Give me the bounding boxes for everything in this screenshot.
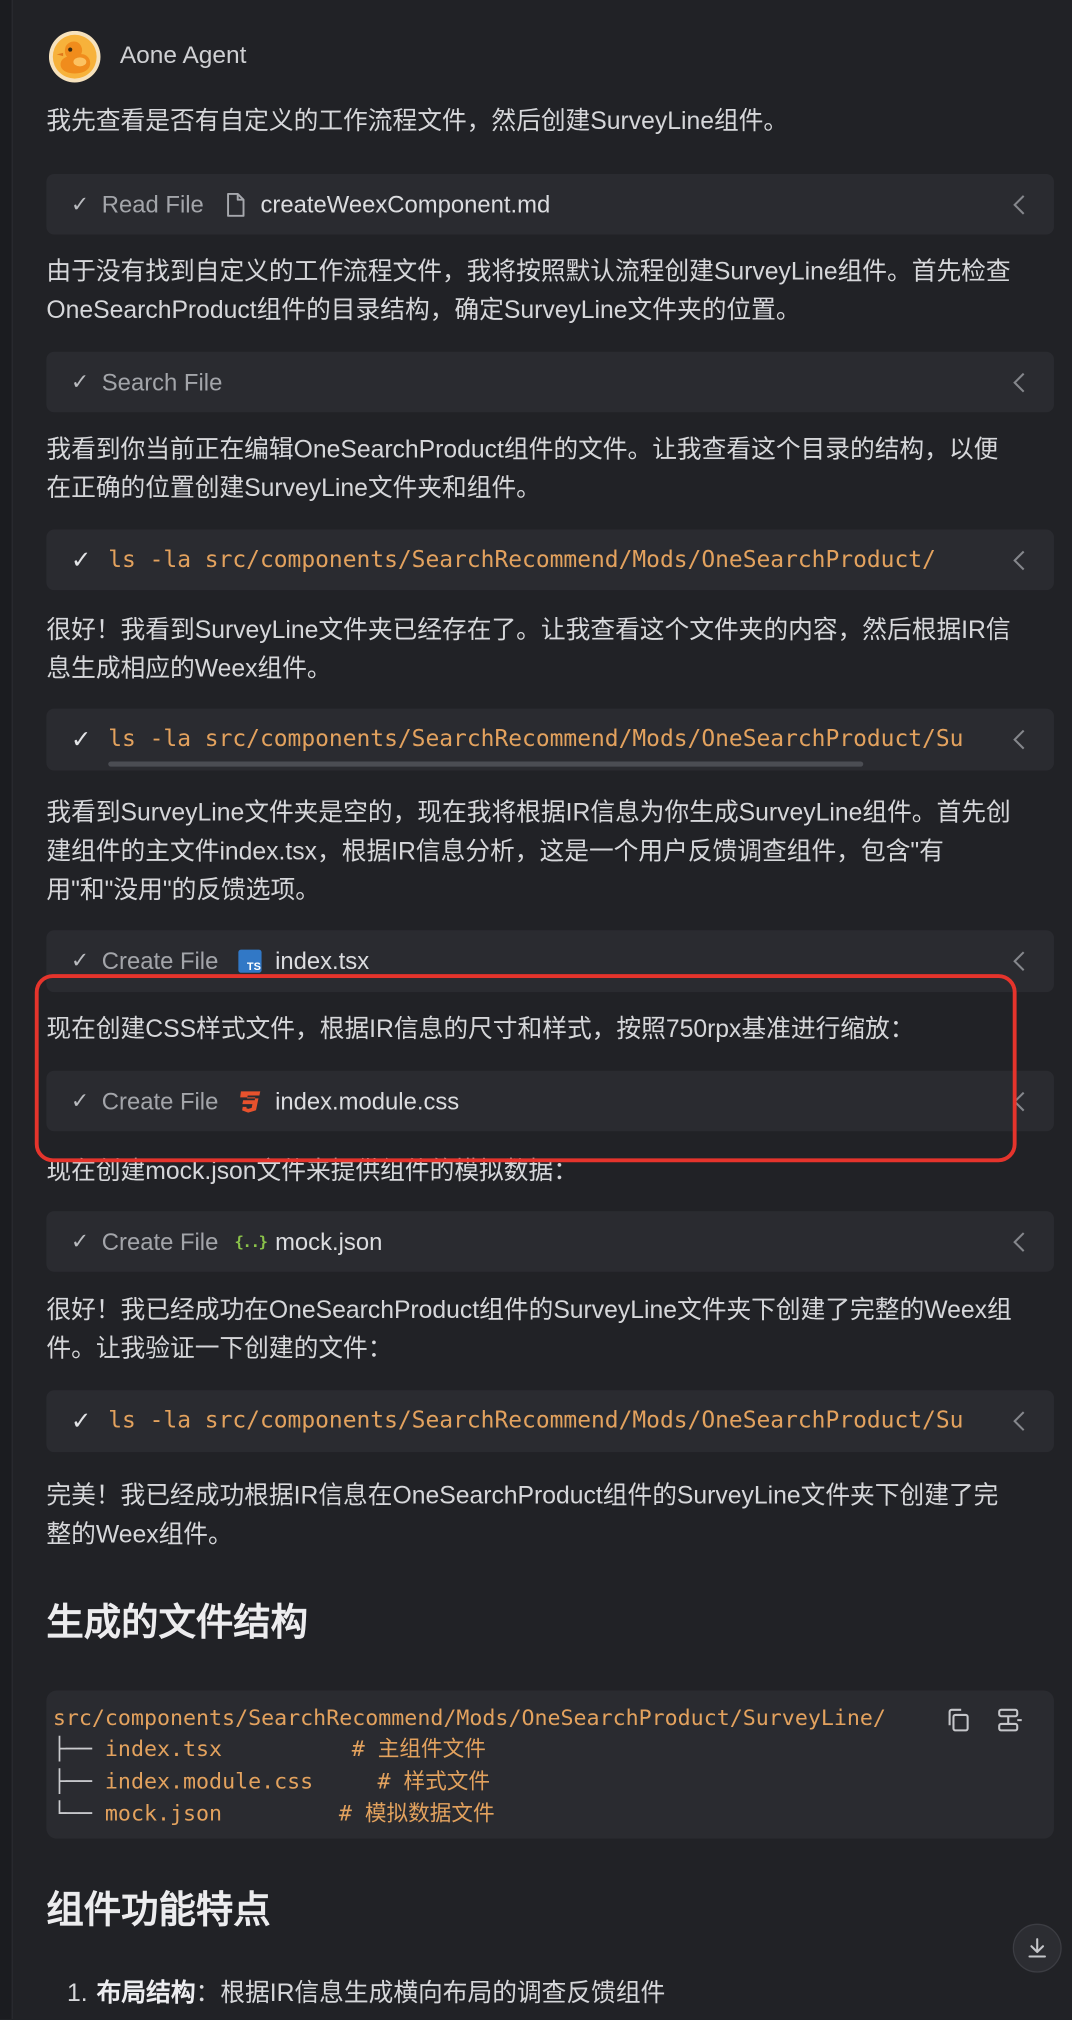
agent-name: Aone Agent: [119, 42, 247, 70]
message-line: 在正确的位置创建SurveyLine文件夹和组件。: [46, 475, 541, 503]
tree-comment: # 主组件文件: [351, 1735, 486, 1762]
assistant-message: 我看到你当前正在编辑OneSearchProduct组件的文件。让我查看这个目录…: [46, 432, 1054, 509]
message-line: 件。让我验证一下创建的文件：: [46, 1336, 393, 1364]
check-icon: ✓: [70, 948, 90, 975]
message-line: 完美！我已经成功根据IR信息在OneSearchProduct组件的Survey…: [46, 1483, 999, 1511]
copy-icon[interactable]: [944, 1707, 972, 1733]
code-block: src/components/SearchRecommend/Mods/OneS…: [46, 1690, 1054, 1839]
feature-description: ：根据IR信息生成横向布局的调查反馈组件: [195, 1980, 666, 2008]
chevron-left-icon[interactable]: [1013, 1231, 1026, 1252]
code-line-entry: └── mock.json # 模拟数据文件: [52, 1797, 495, 1828]
check-icon: ✓: [70, 369, 90, 395]
assistant-message: 由于没有找到自定义的工作流程文件，我将按照默认流程创建SurveyLine组件。…: [46, 254, 1054, 331]
message-line: 我看到SurveyLine文件夹是空的，现在我将根据IR信息为你生成Survey…: [46, 800, 1011, 828]
check-icon: ✓: [70, 725, 92, 754]
message-line: 很好！我看到SurveyLine文件夹已经存在了。让我查看这个文件夹的内容，然后…: [46, 617, 1011, 645]
insert-code-icon[interactable]: [996, 1707, 1024, 1733]
tree-filename: index.module.css: [104, 1767, 314, 1794]
assistant-message: 很好！我已经成功在OneSearchProduct组件的SurveyLine文件…: [46, 1292, 1054, 1369]
code-line-entry: ├── index.tsx # 主组件文件: [52, 1733, 486, 1764]
agent-avatar-icon: [48, 30, 101, 83]
tool-action-label: Create File: [101, 1227, 219, 1255]
assistant-message: 我看到SurveyLine文件夹是空的，现在我将根据IR信息为你生成Survey…: [46, 795, 1054, 911]
chevron-left-icon[interactable]: [1013, 729, 1026, 750]
code-line-root-path: src/components/SearchRecommend/Mods/OneS…: [52, 1704, 886, 1731]
scroll-to-bottom-button[interactable]: [1012, 1923, 1062, 1973]
tool-call-create-file[interactable]: ✓ Create File {..} mock.json: [46, 1211, 1054, 1272]
section-heading-file-structure: 生成的文件结构: [46, 1602, 308, 1645]
tree-branch: ├──: [52, 1767, 92, 1794]
tool-action-label: Create File: [101, 947, 219, 975]
json-icon: {..}: [234, 1229, 268, 1255]
tool-target-filename: mock.json: [275, 1227, 383, 1255]
terminal-command-card[interactable]: ✓ ls -la src/components/SearchRecommend/…: [46, 529, 1054, 591]
message-line: 建组件的主文件index.tsx，根据IR信息分析，这是一个用户反馈调查组件，包…: [46, 838, 944, 866]
tree-comment: # 模拟数据文件: [338, 1799, 495, 1826]
scroll-to-bottom-icon: [1026, 1937, 1049, 1960]
list-number: 1.: [66, 1980, 88, 2008]
check-icon: ✓: [70, 1406, 92, 1436]
highlight-box: [34, 974, 1017, 1163]
tool-action-label: Read File: [101, 190, 204, 218]
typescript-icon-text: TS: [246, 959, 261, 973]
tree-branch: └──: [52, 1799, 92, 1826]
terminal-command-card[interactable]: ✓ ls -la src/components/SearchRecommend/…: [46, 708, 1054, 771]
tool-target-filename: index.tsx: [275, 947, 370, 975]
section-heading-features: 组件功能特点: [46, 1890, 271, 1932]
chevron-left-icon[interactable]: [1013, 951, 1026, 972]
tool-action-label: Search File: [101, 367, 223, 395]
check-icon: ✓: [70, 191, 90, 218]
check-icon: ✓: [70, 545, 92, 575]
feature-title: 布局结构: [96, 1980, 196, 2008]
message-line: 整的Weex组件。: [46, 1521, 233, 1549]
message-line: 用"和"没用"的反馈选项。: [46, 877, 320, 905]
json-icon-text: {..}: [234, 1232, 268, 1251]
assistant-message: 完美！我已经成功根据IR信息在OneSearchProduct组件的Survey…: [46, 1478, 1054, 1555]
terminal-command: ls -la src/components/SearchRecommend/Mo…: [108, 1406, 964, 1435]
tool-call-search-file[interactable]: ✓ Search File: [46, 351, 1054, 413]
message-line: 我看到你当前正在编辑OneSearchProduct组件的文件。让我查看这个目录…: [46, 436, 999, 464]
terminal-command-card[interactable]: ✓ ls -la src/components/SearchRecommend/…: [46, 1390, 1054, 1453]
message-line: 很好！我已经成功在OneSearchProduct组件的SurveyLine文件…: [46, 1297, 1012, 1325]
typescript-icon: TS: [238, 948, 264, 974]
chevron-left-icon[interactable]: [1013, 550, 1026, 571]
file-icon: [223, 191, 249, 217]
agent-chat-panel: Aone Agent 我先查看是否有自定义的工作流程文件，然后创建SurveyL…: [0, 0, 1072, 2020]
terminal-command: ls -la src/components/SearchRecommend/Mo…: [108, 725, 964, 753]
chevron-left-icon[interactable]: [1013, 372, 1026, 393]
message-line: OneSearchProduct组件的目录结构，确定SurveyLine文件夹的…: [46, 297, 801, 325]
message-line: 由于没有找到自定义的工作流程文件，我将按照默认流程创建SurveyLine组件。…: [46, 258, 1011, 287]
message-line: 我先查看是否有自定义的工作流程文件，然后创建SurveyLine组件。: [46, 108, 789, 136]
tree-filename: mock.json: [104, 1799, 223, 1826]
code-line-entry: ├── index.module.css # 样式文件: [52, 1765, 490, 1796]
tree-filename: index.tsx: [104, 1735, 223, 1762]
left-gutter: [0, 0, 13, 2020]
assistant-message: 很好！我看到SurveyLine文件夹已经存在了。让我查看这个文件夹的内容，然后…: [46, 612, 1054, 689]
chevron-left-icon[interactable]: [1013, 1411, 1026, 1432]
horizontal-scrollbar[interactable]: [108, 761, 864, 767]
feature-list-item: 1. 布局结构：根据IR信息生成横向布局的调查反馈组件: [67, 1975, 665, 2014]
check-icon: ✓: [70, 1228, 90, 1255]
message-line: 息生成相应的Weex组件。: [46, 655, 332, 683]
tree-comment: # 样式文件: [377, 1767, 491, 1794]
tool-target-filename: createWeexComponent.md: [260, 190, 551, 218]
terminal-command: ls -la src/components/SearchRecommend/Mo…: [108, 545, 936, 573]
chevron-left-icon[interactable]: [1013, 194, 1026, 215]
tree-branch: ├──: [52, 1735, 92, 1762]
tool-call-read-file[interactable]: ✓ Read File createWeexComponent.md: [46, 173, 1054, 235]
assistant-message: 我先查看是否有自定义的工作流程文件，然后创建SurveyLine组件。: [46, 103, 1054, 142]
